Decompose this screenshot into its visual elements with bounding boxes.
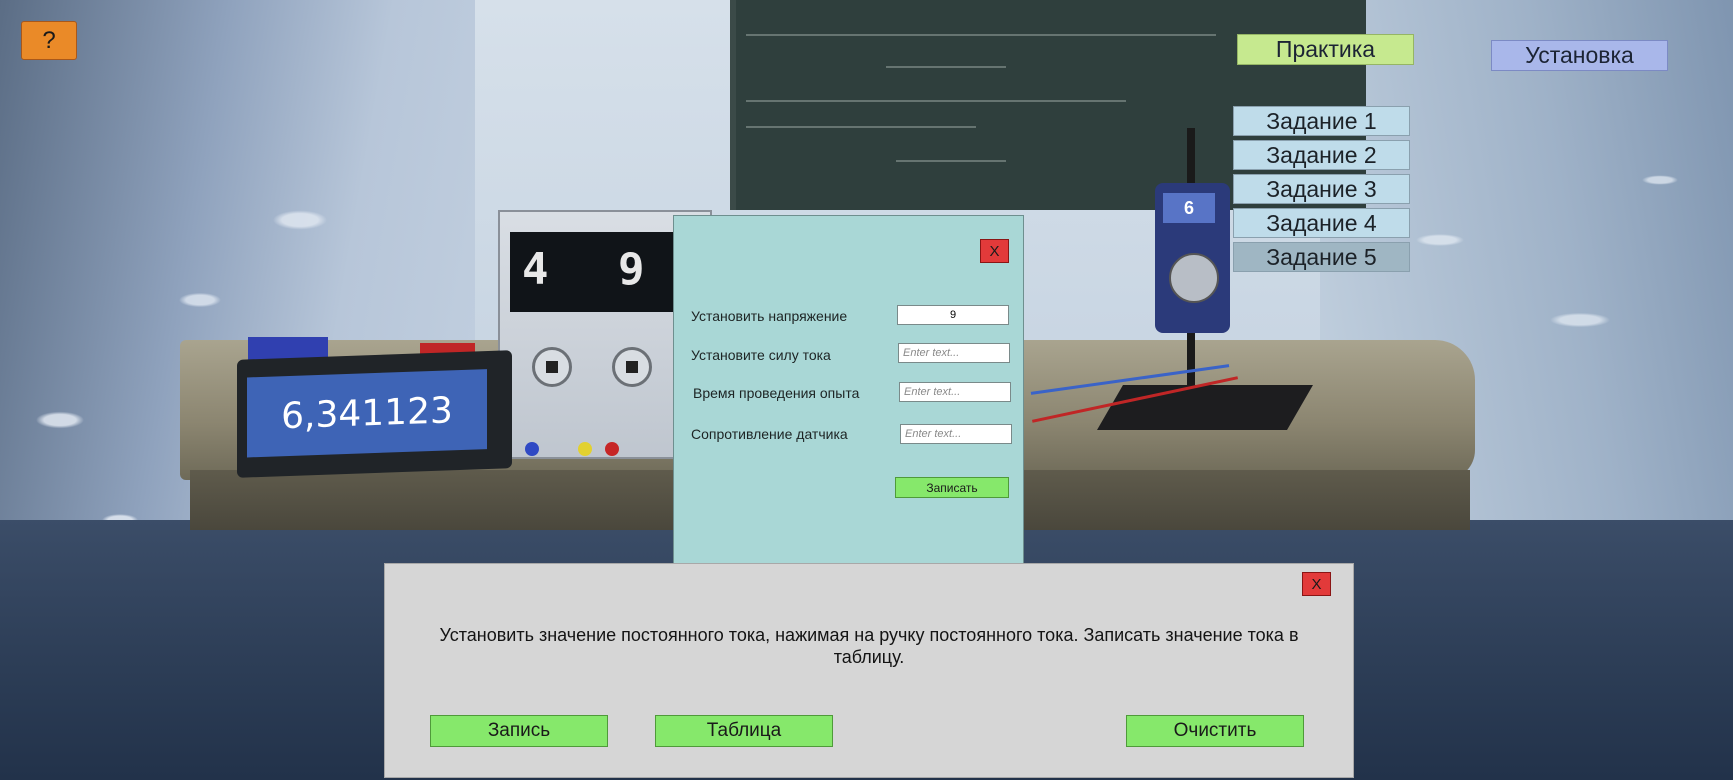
positive-terminal bbox=[605, 442, 619, 456]
current-knob[interactable] bbox=[612, 347, 652, 387]
record-button[interactable]: Запись bbox=[430, 715, 608, 747]
task-item-4[interactable]: Задание 4 bbox=[1233, 208, 1410, 238]
negative-terminal bbox=[525, 442, 539, 456]
psu-digit: 9 bbox=[618, 244, 645, 295]
multimeter-dial[interactable] bbox=[1169, 253, 1219, 303]
clear-button[interactable]: Очистить bbox=[1126, 715, 1304, 747]
dialog-close-button[interactable]: X bbox=[980, 239, 1009, 263]
task-item-2[interactable]: Задание 2 bbox=[1233, 140, 1410, 170]
task-instruction-text: Установить значение постоянного тока, на… bbox=[439, 625, 1299, 667]
task-item-1[interactable]: Задание 1 bbox=[1233, 106, 1410, 136]
task-item-5[interactable]: Задание 5 bbox=[1233, 242, 1410, 272]
task-item-3[interactable]: Задание 3 bbox=[1233, 174, 1410, 204]
data-entry-dialog: X Установить напряжение Установите силу … bbox=[673, 215, 1024, 572]
meter-display: 6,341123 bbox=[247, 369, 487, 458]
write-button[interactable]: Записать bbox=[895, 477, 1009, 498]
experiment-time-input[interactable] bbox=[899, 382, 1011, 402]
voltage-knob[interactable] bbox=[532, 347, 572, 387]
multimeter-display: 6 bbox=[1163, 193, 1215, 223]
panel-close-button[interactable]: X bbox=[1302, 572, 1331, 596]
tab-setup[interactable]: Установка bbox=[1491, 40, 1668, 71]
voltage-label: Установить напряжение bbox=[691, 308, 848, 324]
tab-practice[interactable]: Практика bbox=[1237, 34, 1414, 65]
sensor-resistance-label: Сопротивление датчика bbox=[691, 426, 848, 442]
experiment-time-label: Время проведения опыта bbox=[693, 385, 860, 401]
current-label: Установите силу тока bbox=[691, 347, 831, 363]
power-supply-display: 4 9 bbox=[510, 232, 700, 312]
multimeter[interactable]: 6 bbox=[1155, 183, 1230, 333]
ground-terminal bbox=[578, 442, 592, 456]
sensor-resistance-input[interactable] bbox=[900, 424, 1012, 444]
task-instruction-panel: X Установить значение постоянного тока, … bbox=[384, 563, 1354, 778]
stand-base bbox=[1097, 385, 1313, 430]
current-input[interactable] bbox=[898, 343, 1010, 363]
task-list: Задание 1 Задание 2 Задание 3 Задание 4 … bbox=[1233, 106, 1410, 276]
voltage-input[interactable] bbox=[897, 305, 1009, 325]
digital-meter: 6,341123 bbox=[237, 350, 512, 478]
table-button[interactable]: Таблица bbox=[655, 715, 833, 747]
psu-digit: 4 bbox=[522, 244, 549, 295]
help-button[interactable]: ? bbox=[21, 21, 77, 60]
